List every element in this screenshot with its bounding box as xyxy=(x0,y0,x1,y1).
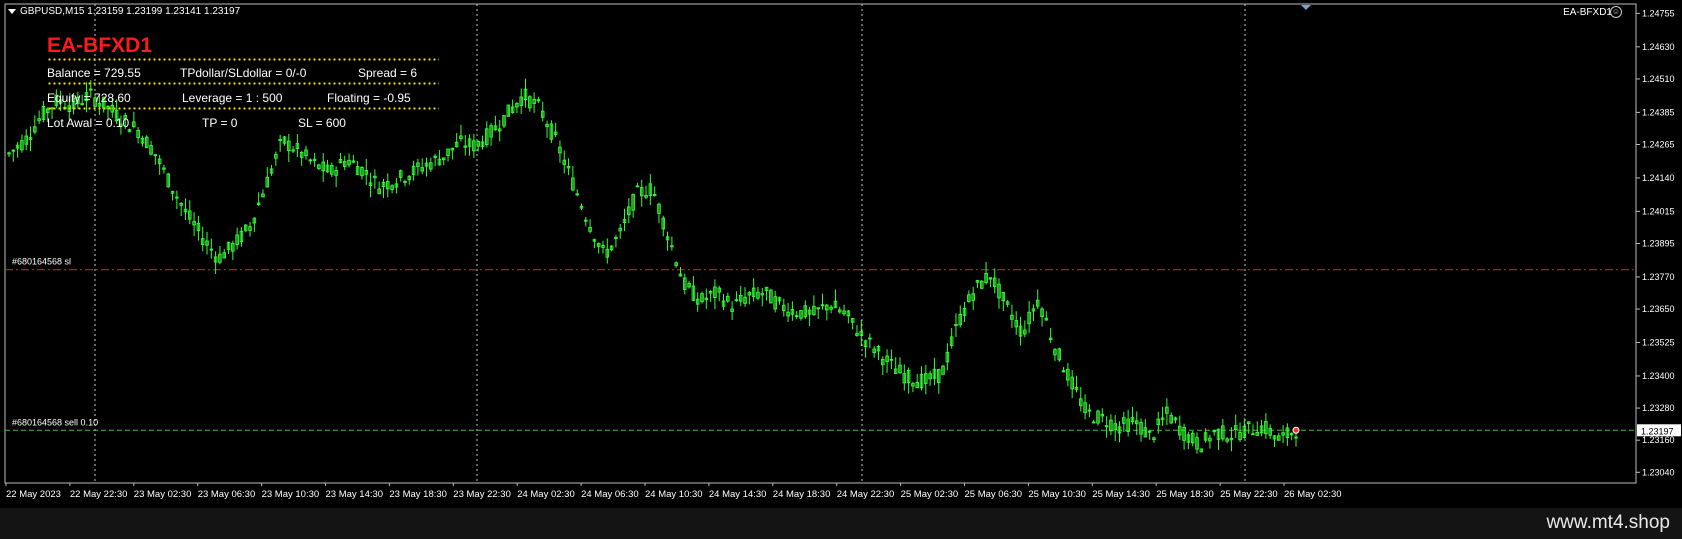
time-tick-label: 23 May 14:30 xyxy=(326,489,384,500)
spread-text: Spread = 6 xyxy=(358,66,418,80)
star-divider xyxy=(47,82,439,85)
current-price-dot xyxy=(1292,426,1300,434)
price-tick-label: 1.24015 xyxy=(1642,206,1675,216)
time-tick-label: 24 May 10:30 xyxy=(645,489,703,500)
leverage-text: Leverage = 1 : 500 xyxy=(182,91,283,105)
price-tick-label: 1.23895 xyxy=(1642,239,1675,249)
price-tick-label: 1.23040 xyxy=(1642,467,1675,477)
time-tick-label: 24 May 02:30 xyxy=(517,489,575,500)
tp-text: TP = 0 xyxy=(202,116,238,130)
price-tick-label: 1.23160 xyxy=(1642,435,1675,445)
price-tick-label: 1.23525 xyxy=(1642,338,1675,348)
time-tick-label: 24 May 18:30 xyxy=(773,489,831,500)
symbol-info-text: GBPUSD,M15 1.23159 1.23199 1.23141 1.231… xyxy=(20,6,241,17)
dropdown-triangle-icon[interactable] xyxy=(8,8,16,14)
price-tick-label: 1.23650 xyxy=(1642,304,1675,314)
time-tick-label: 24 May 06:30 xyxy=(581,489,639,500)
watermark: www.mt4.shop xyxy=(1546,512,1670,533)
price-tick-label: 1.24630 xyxy=(1642,42,1675,52)
floating-text: Floating = -0.95 xyxy=(327,91,411,105)
lot-text: Lot Awal = 0.10 xyxy=(47,116,130,130)
time-tick-label: 25 May 06:30 xyxy=(965,489,1023,500)
smiley-icon[interactable]: ☺ xyxy=(1610,6,1622,18)
time-tick-label: 23 May 06:30 xyxy=(198,489,256,500)
star-divider xyxy=(47,107,439,110)
time-tick-label: 24 May 14:30 xyxy=(709,489,767,500)
footer-bar xyxy=(0,508,1682,539)
sl-text: SL = 600 xyxy=(298,116,346,130)
price-tick-label: 1.23770 xyxy=(1642,272,1675,282)
time-tick-label: 23 May 02:30 xyxy=(134,489,192,500)
time-tick-label: 25 May 18:30 xyxy=(1156,489,1214,500)
stop-loss-line-label: #680164568 sl xyxy=(12,257,71,267)
ea-panel-title: EA-BFXD1 xyxy=(47,34,153,57)
sell-order-line-label: #680164568 sell 0.10 xyxy=(12,417,98,427)
equity-text: Equity = 728.60 xyxy=(47,91,131,105)
price-tick-label: 1.24510 xyxy=(1642,74,1675,84)
time-tick-label: 25 May 14:30 xyxy=(1092,489,1150,500)
tp-sl-dollar-text: TPdollar/SLdollar = 0/-0 xyxy=(180,66,307,80)
expert-advisor-name[interactable]: EA-BFXD1 xyxy=(1563,7,1612,18)
chart-window: 1.24755 1.24630 1.24510 1.24385 1.24265 1.241… xyxy=(0,0,1682,539)
time-tick-label: 24 May 22:30 xyxy=(837,489,895,500)
time-tick-label: 23 May 18:30 xyxy=(389,489,447,500)
time-tick-label: 22 May 2023 xyxy=(6,489,61,500)
chart-shift-marker xyxy=(1301,5,1311,10)
price-tick-label: 1.23400 xyxy=(1642,371,1675,381)
symbol-info-bar: GBPUSD,M15 1.23159 1.23199 1.23141 1.231… xyxy=(8,6,240,17)
price-tick-label: 1.23280 xyxy=(1642,403,1675,413)
time-tick-label: 26 May 02:30 xyxy=(1284,489,1342,500)
time-tick-label: 22 May 22:30 xyxy=(70,489,128,500)
price-tick-label: 1.24755 xyxy=(1642,8,1675,18)
candles-group xyxy=(7,78,1298,454)
time-tick-label: 25 May 22:30 xyxy=(1220,489,1278,500)
time-tick-label: 25 May 10:30 xyxy=(1028,489,1086,500)
star-divider xyxy=(47,58,439,61)
price-tick-label: 1.24265 xyxy=(1642,139,1675,149)
current-price-label: 1.23197 xyxy=(1641,426,1674,436)
time-tick-label: 25 May 02:30 xyxy=(901,489,959,500)
price-tick-label: 1.24385 xyxy=(1642,107,1675,117)
price-tick-label: 1.24140 xyxy=(1642,173,1675,183)
time-tick-label: 23 May 10:30 xyxy=(262,489,320,500)
balance-text: Balance = 729.55 xyxy=(47,66,141,80)
time-tick-label: 23 May 22:30 xyxy=(453,489,511,500)
